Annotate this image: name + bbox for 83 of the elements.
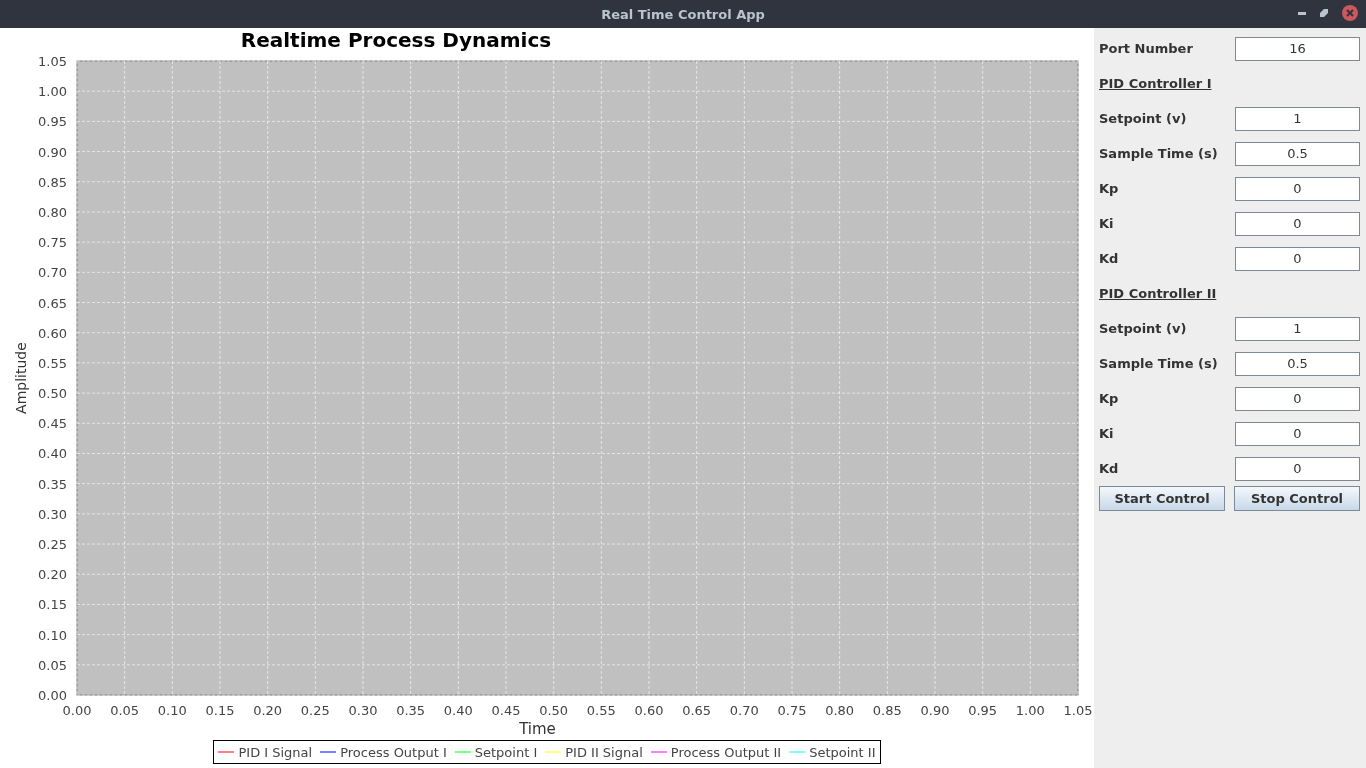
field-label: Setpoint (v) (1099, 321, 1187, 336)
chart-title: Realtime Process Dynamics (240, 28, 552, 52)
field-label: Sample Time (s) (1099, 356, 1218, 371)
field-label: Port Number (1099, 41, 1193, 56)
legend-item: Process Output II (650, 744, 782, 760)
x-tick-label: 0.50 (539, 703, 569, 718)
x-tick-label: 0.40 (443, 703, 473, 718)
input-field[interactable]: 16 (1235, 36, 1360, 61)
field-label: Sample Time (s) (1099, 146, 1218, 161)
input-field[interactable]: 0 (1235, 421, 1360, 446)
y-tick-label: 0.20 (38, 567, 67, 583)
x-axis-label: Time (519, 720, 556, 736)
y-axis-label: Amplitude (13, 342, 29, 414)
y-tick-label: 0.15 (38, 597, 67, 613)
y-tick-label: 0.85 (38, 174, 67, 190)
x-tick-label: 0.95 (968, 703, 998, 718)
y-tick-label: 0.55 (38, 355, 67, 371)
y-tick-label: 0.40 (38, 446, 67, 462)
input-field[interactable]: 0 (1235, 211, 1360, 236)
x-tick-label: 0.15 (205, 703, 235, 718)
y-tick-label: 0.30 (38, 506, 67, 522)
y-tick-label: 0.45 (38, 416, 67, 432)
field-label: Setpoint (v) (1099, 111, 1187, 126)
legend-item: Setpoint II (789, 744, 876, 760)
field-label: Kd (1099, 251, 1119, 266)
x-tick-label: 0.75 (777, 703, 807, 718)
x-tick-label: 1.05 (1063, 703, 1093, 718)
input-field[interactable]: 0 (1235, 246, 1360, 271)
y-tick-label: 0.65 (38, 295, 67, 311)
y-tick-label: 0.25 (38, 537, 67, 553)
y-tick-label: 0.80 (38, 204, 67, 220)
x-tick-label: 0.10 (157, 703, 187, 718)
y-tick-label: 1.00 (38, 84, 67, 100)
input-field[interactable]: 0 (1235, 176, 1360, 201)
y-tick-label: 0.60 (38, 325, 67, 341)
close-icon[interactable] (1342, 5, 1358, 21)
x-tick-label: 0.70 (729, 703, 759, 718)
x-tick-label: 0.05 (110, 703, 140, 718)
y-tick-label: 1.05 (38, 54, 67, 69)
field-label: Ki (1099, 216, 1114, 231)
y-tick-label: 0.90 (38, 144, 67, 160)
x-tick-label: 0.45 (491, 703, 521, 718)
y-tick-label: 0.05 (38, 657, 67, 673)
y-tick-label: 0.75 (38, 235, 67, 251)
x-tick-label: 0.60 (634, 703, 664, 718)
window-title: Real Time Control App (601, 6, 765, 22)
x-tick-label: 0.90 (920, 703, 950, 718)
y-tick-label: 0.70 (38, 265, 67, 281)
legend-item: PID II Signal (545, 744, 643, 760)
section-heading: PID Controller I (1099, 76, 1212, 91)
x-tick-label: 0.80 (825, 703, 855, 718)
x-tick-label: 0.00 (62, 703, 92, 718)
input-field[interactable]: 0 (1235, 386, 1360, 411)
x-tick-label: 0.85 (872, 703, 902, 718)
y-tick-label: 0.10 (38, 627, 67, 643)
legend-item: Setpoint I (454, 744, 538, 760)
y-tick-label: 0.95 (38, 114, 67, 130)
input-field[interactable]: 0.5 (1235, 141, 1360, 166)
field-label: Kd (1099, 461, 1119, 476)
x-tick-label: 0.30 (348, 703, 378, 718)
input-field[interactable]: 1 (1235, 316, 1360, 341)
legend-item: Process Output I (320, 744, 447, 760)
input-field[interactable]: 0 (1235, 456, 1360, 481)
x-tick-label: 1.00 (1015, 703, 1045, 718)
input-field[interactable]: 0.5 (1235, 351, 1360, 376)
y-tick-label: 0.35 (38, 476, 67, 492)
y-tick-label: 0.50 (38, 386, 67, 402)
section-heading: PID Controller II (1099, 286, 1217, 301)
legend-item: PID I Signal (218, 744, 313, 760)
x-tick-label: 0.25 (300, 703, 330, 718)
control-button[interactable]: Stop Control (1234, 486, 1360, 511)
field-label: Kp (1099, 391, 1119, 406)
x-tick-label: 0.20 (253, 703, 283, 718)
x-tick-label: 0.65 (682, 703, 712, 718)
field-label: Ki (1099, 426, 1114, 441)
x-tick-label: 0.35 (396, 703, 426, 718)
y-tick-label: 0.00 (38, 688, 67, 703)
control-button[interactable]: Start Control (1099, 486, 1225, 511)
input-field[interactable]: 1 (1235, 106, 1360, 131)
restore-icon[interactable] (1320, 9, 1328, 17)
x-tick-label: 0.55 (586, 703, 616, 718)
field-label: Kp (1099, 181, 1119, 196)
minimize-icon[interactable] (1298, 11, 1306, 15)
